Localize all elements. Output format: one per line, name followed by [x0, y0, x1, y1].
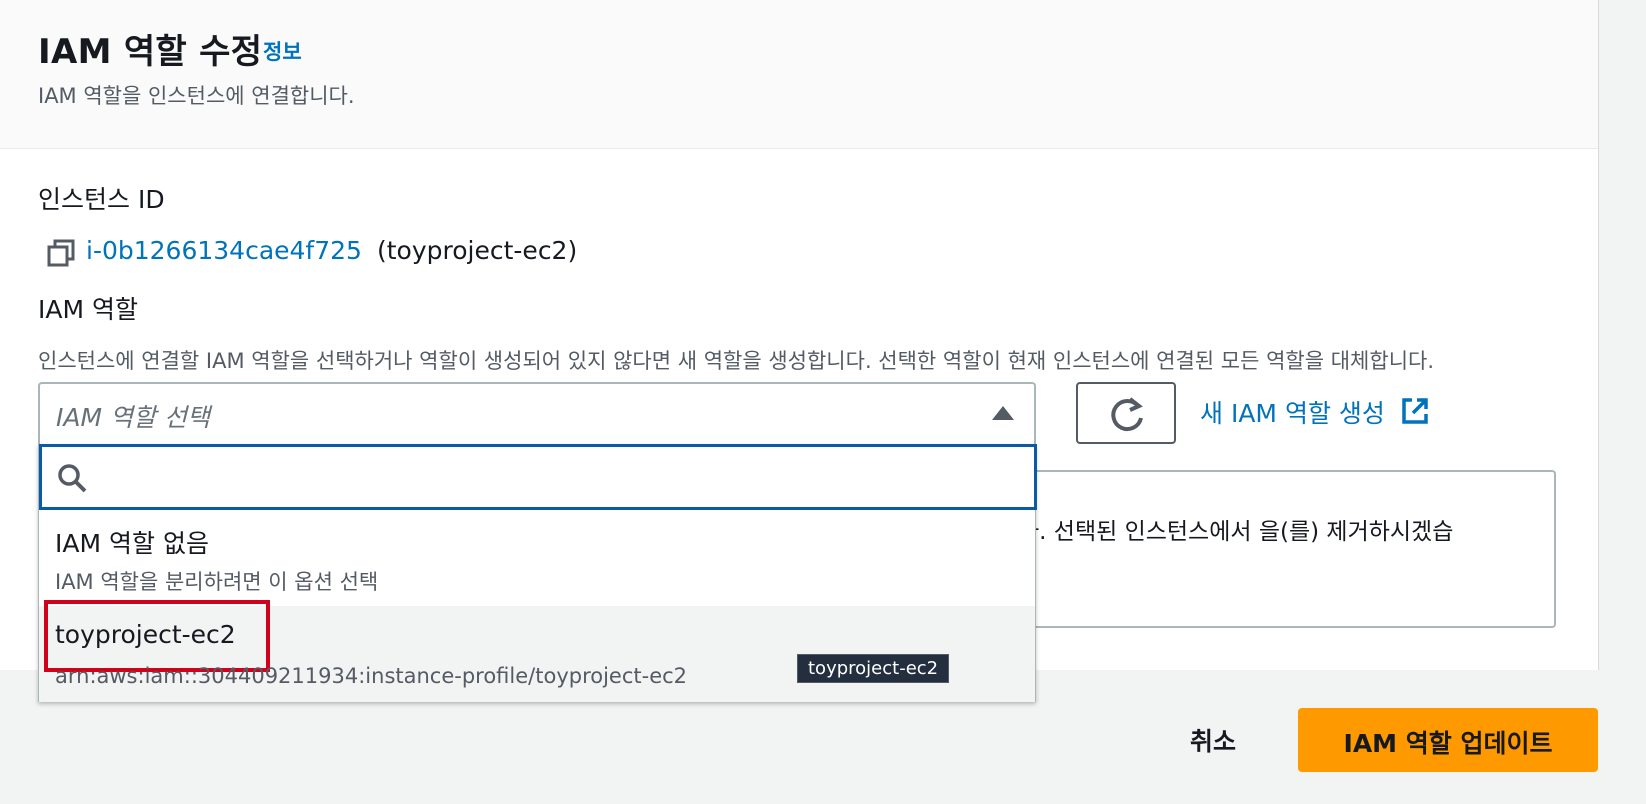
modal-header: IAM 역할 수정 정보 IAM 역할을 인스턴스에 연결합니다. [0, 0, 1598, 149]
create-iam-role-link[interactable]: 새 IAM 역할 생성 [1200, 394, 1385, 430]
caret-up-icon [992, 406, 1014, 420]
iam-role-description: 인스턴스에 연결할 IAM 역할을 선택하거나 역할이 생성되어 있지 않다면 … [38, 349, 1435, 373]
option-no-role[interactable]: IAM 역할 없음 IAM 역할을 분리하려면 이 옵션 선택 [39, 510, 1035, 607]
option-subtitle: IAM 역할을 분리하려면 이 옵션 선택 [55, 570, 379, 594]
info-link[interactable]: 정보 [263, 36, 302, 66]
instance-name: (toyproject-ec2) [377, 236, 578, 265]
page-subtitle: IAM 역할을 인스턴스에 연결합니다. [38, 84, 355, 108]
cancel-button[interactable]: 취소 [1190, 722, 1236, 758]
select-placeholder: IAM 역할 선택 [56, 403, 210, 432]
update-iam-role-button[interactable]: IAM 역할 업데이트 [1298, 708, 1598, 772]
option-subtitle: arn:aws:iam::304409211934:instance-profi… [55, 664, 688, 688]
iam-role-dropdown: IAM 역할 없음 IAM 역할을 분리하려면 이 옵션 선택 toyproje… [38, 444, 1037, 702]
tooltip: toyproject-ec2 [797, 654, 950, 683]
info-alert: 다. 선택된 인스턴스에서 을(를) 제거하시겠습 [1000, 470, 1556, 628]
iam-role-select[interactable]: IAM 역할 선택 [38, 382, 1036, 444]
role-search-input[interactable] [39, 444, 1037, 510]
update-button-label: IAM 역할 업데이트 [1343, 729, 1553, 758]
instance-id-link[interactable]: i-0b1266134cae4f725 [86, 236, 362, 265]
refresh-button[interactable] [1076, 382, 1176, 444]
alert-text: 다. 선택된 인스턴스에서 을(를) 제거하시겠습 [1018, 519, 1454, 545]
option-toyproject-ec2[interactable]: toyproject-ec2 arn:aws:iam::304409211934… [39, 600, 1035, 702]
copy-icon[interactable] [46, 238, 76, 268]
external-link-icon[interactable] [1400, 396, 1430, 430]
page-title: IAM 역할 수정 [38, 32, 263, 72]
iam-role-label: IAM 역할 [38, 295, 138, 324]
option-title: IAM 역할 없음 [55, 529, 209, 558]
refresh-icon [1111, 397, 1143, 432]
search-icon [58, 464, 87, 493]
instance-id-label: 인스턴스 ID [38, 185, 165, 214]
option-title: toyproject-ec2 [55, 620, 236, 649]
